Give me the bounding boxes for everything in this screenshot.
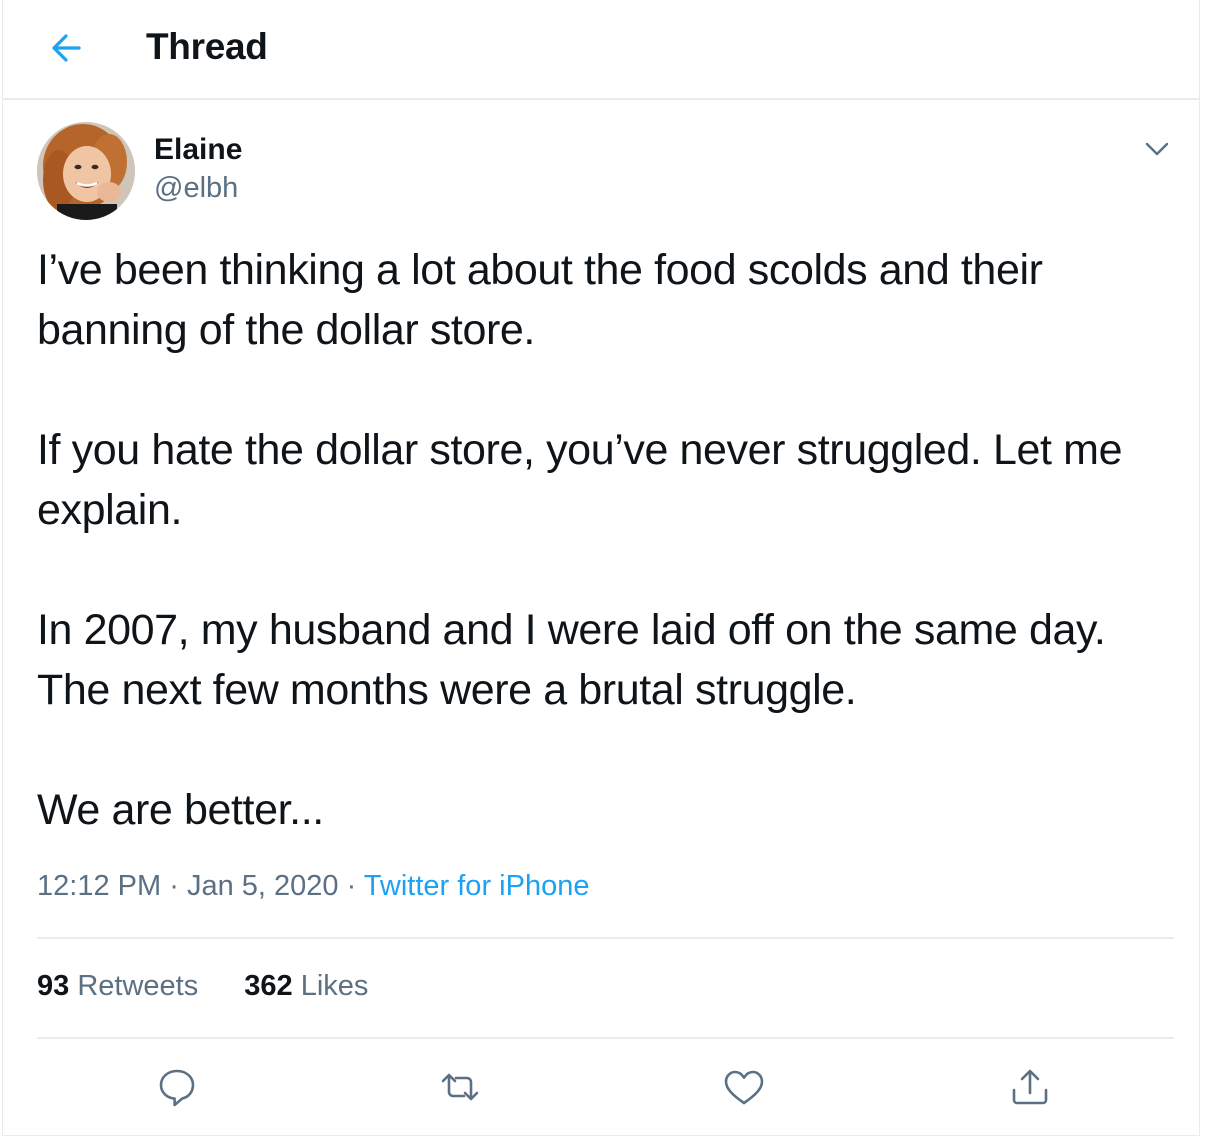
meta-separator: · <box>169 870 179 902</box>
avatar-photo <box>37 122 135 220</box>
reply-icon <box>159 1069 195 1107</box>
retweets-count: 93 <box>37 970 70 1002</box>
likes-count: 362 <box>244 970 293 1002</box>
back-button[interactable] <box>45 26 89 70</box>
author-display-name[interactable]: Elaine <box>154 133 242 167</box>
more-options-button[interactable] <box>1140 132 1174 166</box>
divider <box>37 937 1174 939</box>
retweets-label: Retweets <box>77 970 199 1002</box>
avatar[interactable] <box>37 122 135 220</box>
tweet-meta: 12:12 PM · Jan 5, 2020 · Twitter for iPh… <box>37 870 589 903</box>
tweet-text: I’ve been thinking a lot about the food … <box>37 240 1187 840</box>
tweet-thread-panel: Thread Elaine @elbh I’ve been thinking a… <box>2 0 1200 1136</box>
chevron-down-icon <box>1145 142 1169 156</box>
tweet-source-link[interactable]: Twitter for iPhone <box>364 870 590 902</box>
likes-label: Likes <box>300 970 369 1002</box>
tweet-paragraph: If you hate the dollar store, you’ve nev… <box>37 426 1123 534</box>
divider <box>37 1037 1174 1039</box>
retweet-icon <box>441 1073 479 1101</box>
reply-button[interactable] <box>152 1062 202 1112</box>
meta-separator: · <box>346 870 357 902</box>
thread-header: Thread <box>3 0 1199 100</box>
page-title: Thread <box>146 26 268 67</box>
retweet-button[interactable] <box>435 1062 485 1112</box>
tweet-date[interactable]: Jan 5, 2020 <box>187 870 339 902</box>
retweets-stat[interactable]: 93 Retweets <box>37 970 198 1003</box>
tweet-paragraph: We are better... <box>37 786 324 834</box>
tweet-paragraph: I’ve been thinking a lot about the food … <box>37 246 1043 354</box>
arrow-left-icon <box>52 34 81 62</box>
tweet-paragraph: In 2007, my husband and I were laid off … <box>37 606 1106 714</box>
share-button[interactable] <box>1005 1062 1055 1112</box>
like-button[interactable] <box>719 1062 769 1112</box>
author-handle[interactable]: @elbh <box>154 172 238 205</box>
like-icon <box>724 1070 764 1105</box>
tweet-stats: 93 Retweets 362 Likes <box>37 970 406 1003</box>
likes-stat[interactable]: 362 Likes <box>244 970 368 1003</box>
share-icon <box>1012 1069 1048 1105</box>
tweet-time[interactable]: 12:12 PM <box>37 870 161 902</box>
